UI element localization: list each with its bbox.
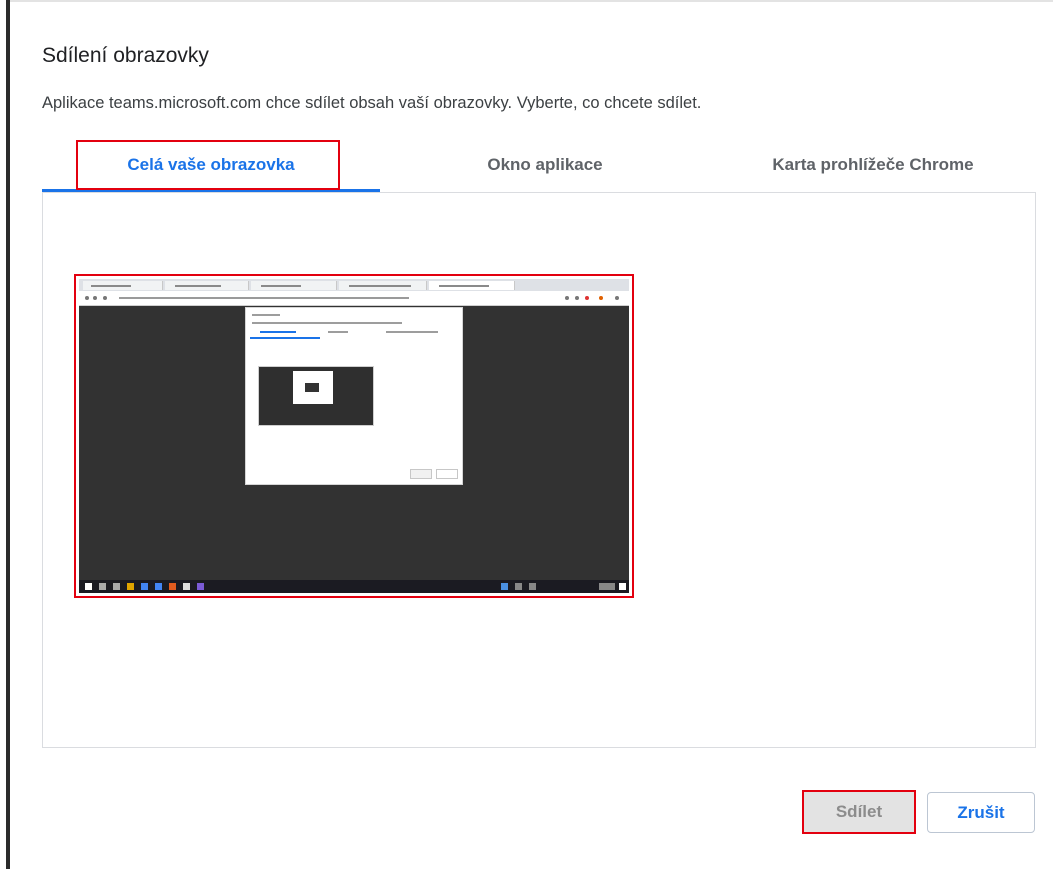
share-button[interactable]: Sdílet	[802, 790, 916, 834]
preview-dialog	[245, 307, 463, 485]
source-list	[42, 192, 1036, 748]
preview-addressbar	[79, 291, 629, 306]
screen-thumbnail[interactable]	[74, 274, 634, 598]
source-tabs: Celá vaše obrazovka Okno aplikace Karta …	[42, 138, 1036, 192]
tab-application-window[interactable]: Okno aplikace	[380, 138, 710, 192]
tab-entire-screen[interactable]: Celá vaše obrazovka	[42, 138, 380, 192]
preview-tabbar	[79, 279, 629, 291]
tab-chrome-tab[interactable]: Karta prohlížeče Chrome	[710, 138, 1036, 192]
screen-share-dialog: Sdílení obrazovky Aplikace teams.microso…	[10, 2, 1053, 869]
dialog-title: Sdílení obrazovky	[42, 44, 209, 67]
preview-taskbar	[79, 580, 629, 593]
dialog-description: Aplikace teams.microsoft.com chce sdílet…	[42, 94, 702, 112]
cancel-button[interactable]: Zrušit	[927, 792, 1035, 833]
screen-preview	[79, 279, 629, 593]
